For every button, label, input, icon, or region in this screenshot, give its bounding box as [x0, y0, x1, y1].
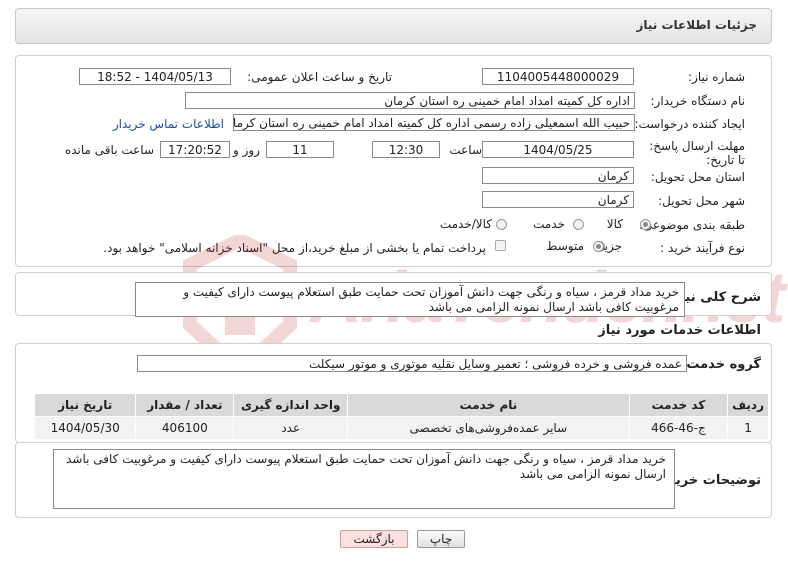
- print-button[interactable]: چاپ: [417, 530, 465, 548]
- service-group-label: گروه خدمت:: [681, 357, 761, 372]
- column-header-name: نام خدمت: [347, 393, 630, 417]
- column-header-code: کد خدمت: [628, 393, 729, 417]
- treasury-payment-note: پرداخت تمام یا بخشی از مبلغ خرید،از محل …: [103, 241, 486, 255]
- cell-date: 1404/05/30: [33, 416, 137, 440]
- column-header-qty: تعداد / مقدار: [135, 393, 235, 417]
- column-header-date: تاریخ نیاز: [33, 393, 137, 417]
- city-field[interactable]: کرمان: [482, 191, 634, 208]
- deadline-time-label: ساعت: [449, 143, 482, 157]
- announce-datetime-field[interactable]: 1404/05/13 - 18:52: [79, 68, 231, 85]
- need-number-field[interactable]: 1104005448000029: [482, 68, 634, 85]
- process-label: نوع فرآیند خرید :: [660, 241, 745, 255]
- category-option-both: کالا/خدمت: [439, 217, 492, 231]
- remaining-days-field: 11: [266, 141, 334, 158]
- process-radio-medium-dot[interactable]: [593, 241, 604, 252]
- province-field[interactable]: کرمان: [482, 167, 634, 184]
- cell-code: ج-46-466: [628, 416, 729, 440]
- announce-datetime-label: تاریخ و ساعت اعلان عمومی:: [247, 70, 392, 84]
- need-number-label: شماره نیاز:: [688, 70, 745, 84]
- cell-qty: 406100: [135, 416, 235, 440]
- contact-buyer-link[interactable]: اطلاعات تماس خریدار: [113, 117, 224, 131]
- cell-name: سایر عمده‌فروشی‌های تخصصی: [347, 416, 630, 440]
- services-table: ردیف کد خدمت نام خدمت واحد اندازه گیری ت…: [33, 393, 769, 440]
- cell-row-number: 1: [727, 416, 769, 440]
- category-radio-service[interactable]: [573, 219, 584, 230]
- cell-unit: عدد: [233, 416, 349, 440]
- category-radio-goods[interactable]: [640, 219, 651, 230]
- treasury-payment-checkbox[interactable]: [495, 240, 506, 251]
- deadline-date-field[interactable]: 1404/05/25: [482, 141, 634, 158]
- column-header-row-number: ردیف: [727, 393, 769, 417]
- table-header-row: ردیف کد خدمت نام خدمت واحد اندازه گیری ت…: [33, 393, 769, 417]
- service-group-field[interactable]: عمده فروشی و خرده فروشی ؛ تعمیر وسایل نق…: [137, 355, 687, 372]
- page-header: جزئیات اطلاعات نیاز: [15, 8, 772, 44]
- creator-field[interactable]: حبیب الله اسمعیلی زاده رسمی اداره کل کمی…: [233, 114, 635, 131]
- buyer-org-field[interactable]: اداره کل کمیته امداد امام خمینی ره استان…: [185, 92, 635, 109]
- page-title: جزئیات اطلاعات نیاز: [636, 18, 757, 32]
- days-label: روز و: [233, 143, 260, 157]
- buyer-org-label: نام دستگاه خریدار:: [650, 94, 746, 108]
- category-option-service: خدمت: [533, 217, 565, 231]
- remaining-time-field: 17:20:52: [160, 141, 230, 158]
- table-row[interactable]: 1 ج-46-466 سایر عمده‌فروشی‌های تخصصی عدد…: [33, 416, 769, 440]
- summary-textarea[interactable]: خرید مداد قرمز ، سیاه و رنگی جهت دانش آم…: [135, 282, 685, 317]
- creator-label: ایجاد کننده درخواست:: [634, 117, 745, 131]
- category-option-goods: کالا: [606, 217, 623, 231]
- category-label: طبقه بندی موضوعی:: [638, 218, 745, 232]
- deadline-label: مهلت ارسال پاسخ: تا تاریخ:: [649, 139, 745, 167]
- services-section-title: اطلاعات خدمات مورد نیاز: [598, 323, 761, 338]
- deadline-time-field[interactable]: 12:30: [372, 141, 440, 158]
- process-option-medium: متوسط: [546, 239, 584, 253]
- buyer-notes-textarea[interactable]: خرید مداد قرمز ، سیاه و رنگی جهت دانش آم…: [53, 449, 675, 509]
- city-label: شهر محل تحویل:: [658, 194, 745, 208]
- category-radio-both[interactable]: [496, 219, 507, 230]
- back-button[interactable]: بازگشت: [340, 530, 408, 548]
- remaining-time-label: ساعت باقی مانده: [64, 143, 154, 157]
- province-label: استان محل تحویل:: [650, 170, 745, 184]
- column-header-unit: واحد اندازه گیری: [233, 393, 349, 417]
